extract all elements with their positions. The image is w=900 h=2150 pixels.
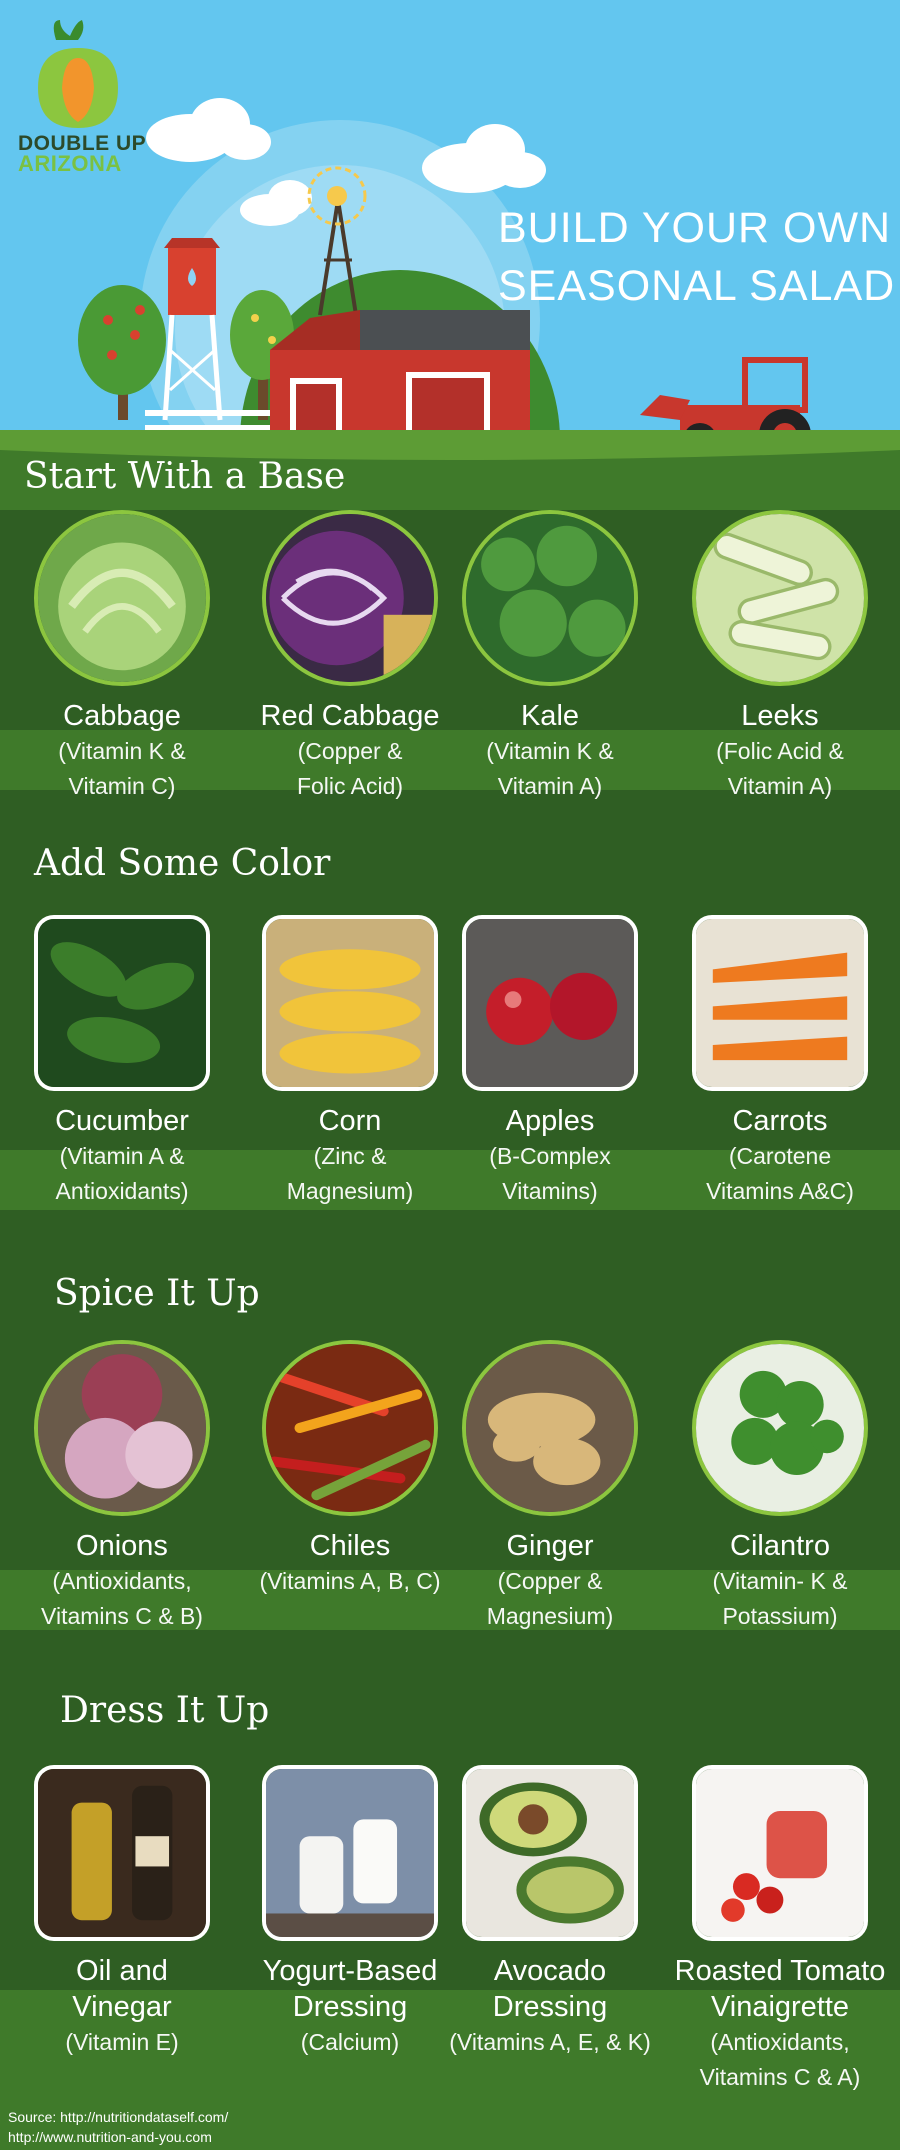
item-name: Oil and <box>76 1955 168 1987</box>
item-name: Cabbage <box>63 700 181 732</box>
leeks-photo <box>692 510 868 686</box>
apple-tree-icon <box>78 285 166 420</box>
item-name: Ginger <box>506 1530 594 1562</box>
item-nutrients: (Vitamins A, B, C) <box>259 1568 441 1594</box>
salad-item-chiles: Chiles (Vitamins A, B, C) <box>240 1340 460 1599</box>
item-name: Corn <box>318 1105 382 1137</box>
item-name: Onions <box>76 1530 168 1562</box>
apples-photo <box>462 915 638 1091</box>
item-name: Cilantro <box>730 1530 830 1562</box>
salad-item-carrots: Carrots (Carotene Vitamins A&C) <box>670 915 890 1209</box>
item-nutrients: (Copper & <box>297 738 403 764</box>
item-nutrients: Folic Acid) <box>296 773 404 799</box>
salad-item-kale: Kale (Vitamin K & Vitamin A) <box>440 510 660 804</box>
item-name: Kale <box>520 700 580 732</box>
onions-photo <box>34 1340 210 1516</box>
item-name: Red Cabbage <box>260 700 440 732</box>
item-name: Vinegar <box>72 1991 172 2023</box>
logo-carrot-icon <box>38 20 118 128</box>
avocado-dressing-photo <box>462 1765 638 1941</box>
headline-line2: SEASONAL SALAD <box>498 262 896 310</box>
item-name: Vinaigrette <box>710 1991 850 2023</box>
salad-item-oil-and-vinegar: Oil and Vinegar (Vitamin E) <box>12 1765 232 2060</box>
item-nutrients: (Vitamin K & <box>486 738 614 764</box>
item-name: Dressing <box>492 1991 608 2023</box>
item-nutrients: (Vitamins A, E, & K) <box>449 2029 651 2055</box>
logo-text-line2: ARIZONA <box>18 151 122 176</box>
barn-icon <box>270 310 530 440</box>
item-name: Leeks <box>741 700 819 732</box>
item-nutrients: (Folic Acid & <box>716 738 844 764</box>
red-cabbage-photo <box>262 510 438 686</box>
section-title-color: Add Some Color <box>34 843 331 884</box>
item-name: Avocado <box>493 1955 607 1987</box>
item-nutrients: (Vitamin K & <box>58 738 186 764</box>
item-nutrients: (Vitamin- K & <box>712 1568 848 1594</box>
ginger-photo <box>462 1340 638 1516</box>
source-line1: Source: http://nutritiondataself.com/ <box>8 2109 229 2125</box>
yogurt-dressing-photo <box>262 1765 438 1941</box>
item-name: Dressing <box>292 1991 408 2023</box>
cilantro-photo <box>692 1340 868 1516</box>
item-nutrients: Vitamins C & B) <box>41 1603 203 1629</box>
cloud-icon <box>422 124 546 193</box>
header-scene: DOUBLE UP ARIZONA BUILD YOUR OWN SEASONA… <box>0 0 900 450</box>
salad-item-red-cabbage: Red Cabbage (Copper & Folic Acid) <box>240 510 460 804</box>
salad-item-onions: Onions (Antioxidants, Vitamins C & B) <box>12 1340 232 1634</box>
item-nutrients: Vitamin A) <box>727 773 833 799</box>
item-name: Yogurt-Based <box>262 1955 438 1987</box>
item-nutrients: Vitamins) <box>502 1178 598 1204</box>
item-nutrients: (Zinc & <box>313 1143 387 1169</box>
salad-item-corn: Corn (Zinc & Magnesium) <box>240 915 460 1209</box>
salad-item-cilantro: Cilantro (Vitamin- K & Potassium) <box>670 1340 890 1634</box>
item-nutrients: (Vitamin E) <box>65 2029 179 2055</box>
chiles-photo <box>262 1340 438 1516</box>
salad-item-avocado-dressing: Avocado Dressing (Vitamins A, E, & K) <box>440 1765 660 2060</box>
source-line2: http://www.nutrition-and-you.com <box>8 2129 212 2145</box>
item-nutrients: Vitamins A&C) <box>706 1178 854 1204</box>
salad-item-apples: Apples (B-Complex Vitamins) <box>440 915 660 1209</box>
item-name: Apples <box>505 1105 595 1137</box>
item-nutrients: Potassium) <box>722 1603 838 1629</box>
headline-line1: BUILD YOUR OWN <box>498 204 892 252</box>
cloud-icon <box>146 98 271 162</box>
item-name: Cucumber <box>55 1105 189 1137</box>
item-nutrients: (Antioxidants, <box>710 2029 850 2055</box>
oil-vinegar-photo <box>34 1765 210 1941</box>
salad-item-leeks: Leeks (Folic Acid & Vitamin A) <box>670 510 890 804</box>
kale-photo <box>462 510 638 686</box>
carrots-photo <box>692 915 868 1091</box>
item-name: Roasted Tomato <box>674 1955 886 1987</box>
corn-photo <box>262 915 438 1091</box>
item-nutrients: (Vitamin A & <box>59 1143 185 1169</box>
item-name: Carrots <box>732 1105 828 1137</box>
item-nutrients: Magnesium) <box>486 1603 614 1629</box>
section-title-base: Start With a Base <box>24 456 346 497</box>
cucumber-photo <box>34 915 210 1091</box>
salad-item-yogurt-based-dressing: Yogurt-Based Dressing (Calcium) <box>240 1765 460 2060</box>
salad-item-ginger: Ginger (Copper & Magnesium) <box>440 1340 660 1634</box>
cabbage-photo <box>34 510 210 686</box>
section-title-dress: Dress It Up <box>60 1690 270 1731</box>
item-nutrients: Antioxidants) <box>55 1178 189 1204</box>
item-nutrients: Vitamin C) <box>68 773 176 799</box>
section-title-spice: Spice It Up <box>54 1273 260 1314</box>
salad-item-roasted-tomato-vinaigrette: Roasted Tomato Vinaigrette (Antioxidants, V… <box>670 1765 890 2095</box>
tomato-vinaigrette-photo <box>692 1765 868 1941</box>
item-nutrients: (B-Complex <box>489 1143 611 1169</box>
item-nutrients: Magnesium) <box>286 1178 414 1204</box>
item-nutrients: Vitamin A) <box>497 773 603 799</box>
salad-item-cucumber: Cucumber (Vitamin A & Antioxidants) <box>12 915 232 1209</box>
salad-item-cabbage: Cabbage (Vitamin K & Vitamin C) <box>12 510 232 804</box>
item-name: Chiles <box>309 1530 391 1562</box>
item-nutrients: (Carotene <box>728 1143 832 1169</box>
item-nutrients: (Antioxidants, <box>52 1568 192 1594</box>
item-nutrients: (Copper & <box>497 1568 603 1594</box>
item-nutrients: (Calcium) <box>300 2029 400 2055</box>
item-nutrients: Vitamins C & A) <box>699 2064 861 2090</box>
